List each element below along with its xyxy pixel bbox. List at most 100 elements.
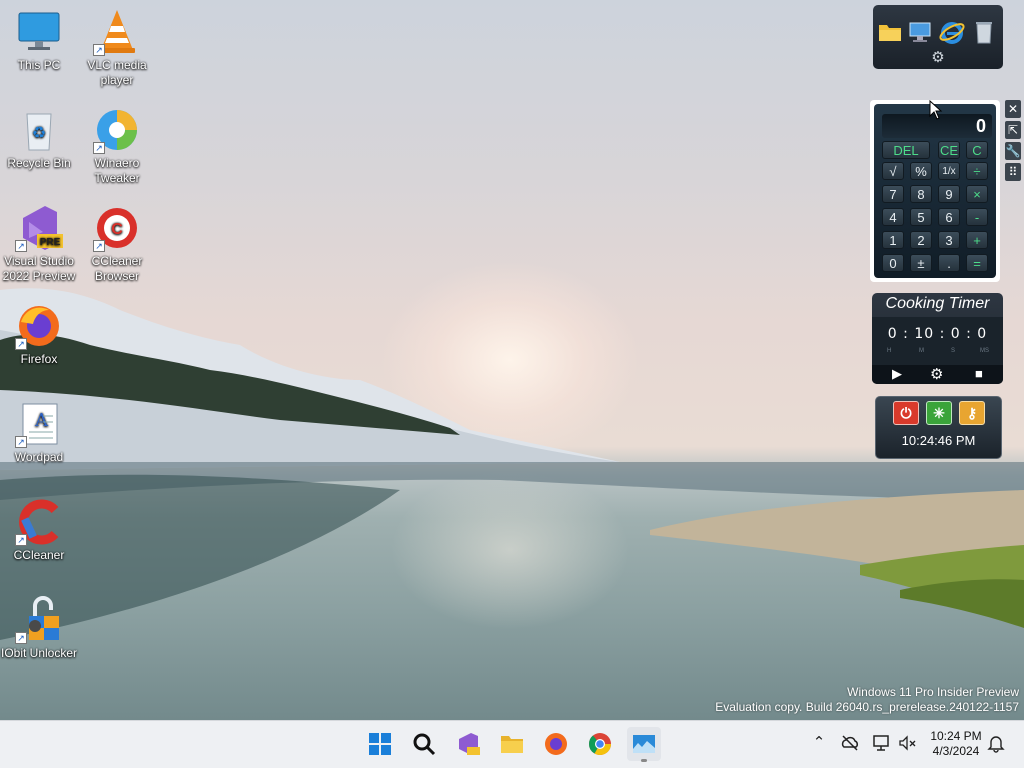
chevron-up-icon[interactable]: ⌃ bbox=[809, 733, 829, 755]
drag-handle-icon[interactable]: ⠿ bbox=[1005, 163, 1021, 181]
vlc-cone-icon: ↗ bbox=[93, 8, 141, 56]
shortcut-arrow-icon: ↗ bbox=[93, 44, 105, 56]
ccleaner-browser-icon: C ↗ bbox=[93, 204, 141, 252]
desktop-icon-winaero-tweaker[interactable]: ↗ Winaero Tweaker bbox=[78, 106, 156, 186]
calc-key-del[interactable]: DEL bbox=[882, 141, 930, 159]
gadget-clock-time: 10:24:46 PM bbox=[901, 433, 976, 448]
resize-icon[interactable]: ⇱ bbox=[1005, 121, 1021, 139]
gear-icon[interactable]: ⚙ bbox=[928, 50, 948, 66]
power-icon[interactable]: ⏻ bbox=[893, 401, 919, 425]
cooking-timer-gadget: Cooking Timer 0 : 10 : 0 : 0 H M S MS ▶ … bbox=[872, 293, 1003, 384]
calc-key-decimal[interactable]: . bbox=[938, 254, 960, 272]
calc-key-1[interactable]: 1 bbox=[882, 231, 904, 249]
calc-key-6[interactable]: 6 bbox=[938, 208, 960, 226]
calc-key-percent[interactable]: % bbox=[910, 162, 932, 180]
timer-controls: ▶ ⚙ ■ bbox=[872, 365, 1003, 384]
desktop-icon-recycle-bin[interactable]: ♻ Recycle Bin bbox=[0, 106, 78, 171]
taskbar-visual-studio[interactable] bbox=[451, 727, 485, 761]
taskbar-gadgets[interactable] bbox=[627, 727, 661, 762]
calc-key-multiply[interactable]: × bbox=[966, 185, 988, 203]
play-icon[interactable]: ▶ bbox=[892, 366, 902, 382]
search-button[interactable] bbox=[407, 727, 441, 761]
search-icon bbox=[412, 732, 436, 756]
folder-icon[interactable] bbox=[877, 19, 903, 45]
lock-key-icon[interactable]: ⚷ bbox=[959, 401, 985, 425]
close-icon[interactable]: ✕ bbox=[1005, 100, 1021, 118]
taskbar-firefox[interactable] bbox=[539, 727, 573, 761]
calculator-body: 0 DEL CE C √ % 1/x ÷ 7 8 9 × 4 5 6 - 1 2… bbox=[874, 104, 996, 278]
shortcut-arrow-icon: ↗ bbox=[15, 240, 27, 252]
desktop-icon-ccleaner-browser[interactable]: C ↗ CCleaner Browser bbox=[78, 204, 156, 284]
gadget-toolbar: ✕ ⇱ 🔧 ⠿ bbox=[1005, 100, 1021, 184]
restart-icon[interactable]: ✳ bbox=[926, 401, 952, 425]
network-icon[interactable] bbox=[872, 733, 892, 755]
volume-muted-icon[interactable] bbox=[898, 733, 918, 755]
start-button[interactable] bbox=[363, 727, 397, 761]
calc-key-4[interactable]: 4 bbox=[882, 208, 904, 226]
shutdown-clock-gadget: ⏻ ✳ ⚷ 10:24:46 PM bbox=[875, 396, 1002, 459]
ccleaner-icon: ↗ bbox=[15, 498, 63, 546]
timer-unit-ms: MS bbox=[980, 348, 989, 354]
network-computer-icon[interactable] bbox=[907, 19, 933, 45]
calc-key-ce[interactable]: CE bbox=[938, 141, 960, 159]
desktop-icon-vlc[interactable]: ↗ VLC media player bbox=[78, 8, 156, 88]
desktop-icon-label: CCleaner Browser bbox=[91, 254, 143, 283]
shortcut-arrow-icon: ↗ bbox=[15, 436, 27, 448]
calc-key-equals[interactable]: = bbox=[966, 254, 988, 272]
calc-key-9[interactable]: 9 bbox=[938, 185, 960, 203]
calc-key-3[interactable]: 3 bbox=[938, 231, 960, 249]
calc-key-5[interactable]: 5 bbox=[910, 208, 932, 226]
taskbar-chrome[interactable] bbox=[583, 727, 617, 761]
taskbar-date: 4/3/2024 bbox=[932, 744, 980, 758]
taskbar-file-explorer[interactable] bbox=[495, 727, 529, 761]
stop-icon[interactable]: ■ bbox=[975, 366, 983, 381]
pre-badge: PRE bbox=[40, 237, 61, 248]
firefox-icon bbox=[544, 732, 568, 756]
gear-icon[interactable]: ⚙ bbox=[930, 365, 943, 383]
desktop-icon-label: This PC bbox=[17, 58, 61, 72]
timer-title: Cooking Timer bbox=[885, 295, 990, 312]
desktop-icon-firefox[interactable]: ↗ Firefox bbox=[0, 302, 78, 367]
recycle-bin-icon: ♻ bbox=[15, 106, 63, 154]
file-explorer-icon bbox=[500, 732, 524, 756]
calc-key-plus[interactable]: + bbox=[966, 231, 988, 249]
iobit-unlocker-icon: ↗ bbox=[15, 596, 63, 644]
taskbar-clock[interactable]: 10:24 PM 4/3/2024 bbox=[922, 729, 990, 759]
desktop-icon-label: CCleaner bbox=[13, 548, 65, 562]
desktop-icon-ccleaner[interactable]: ↗ CCleaner bbox=[0, 498, 78, 563]
winaero-tweaker-icon: ↗ bbox=[93, 106, 141, 154]
svg-text:C: C bbox=[111, 221, 123, 238]
desktop-icon-label: Visual Studio 2022 Preview bbox=[2, 254, 76, 283]
timer-unit-m: M bbox=[919, 348, 924, 354]
calc-key-c[interactable]: C bbox=[966, 141, 988, 159]
calc-key-2[interactable]: 2 bbox=[910, 231, 932, 249]
calc-key-minus[interactable]: - bbox=[966, 208, 988, 226]
wrench-icon[interactable]: 🔧 bbox=[1005, 142, 1021, 160]
calc-key-plusminus[interactable]: ± bbox=[910, 254, 932, 272]
calc-key-8[interactable]: 8 bbox=[910, 185, 932, 203]
launcher-gadget: ⚙ bbox=[873, 5, 1003, 69]
running-indicator bbox=[641, 759, 647, 762]
calc-key-0[interactable]: 0 bbox=[882, 254, 904, 272]
calc-key-sqrt[interactable]: √ bbox=[882, 162, 904, 180]
desktop-icon-this-pc[interactable]: This PC bbox=[0, 8, 78, 73]
notification-bell-icon[interactable] bbox=[986, 733, 1006, 755]
evaluation-watermark: Windows 11 Pro Insider Preview Evaluatio… bbox=[715, 685, 1019, 715]
desktop-icon-visual-studio[interactable]: PRE ↗ Visual Studio 2022 Preview bbox=[0, 204, 78, 284]
desktop-icon-iobit-unlocker[interactable]: ↗ IObit Unlocker bbox=[0, 596, 78, 661]
desktop-icon-label: Recycle Bin bbox=[7, 156, 71, 170]
desktop-icon-label: VLC media player bbox=[87, 58, 147, 87]
calc-key-divide[interactable]: ÷ bbox=[966, 162, 988, 180]
internet-explorer-icon[interactable] bbox=[939, 19, 965, 45]
mouse-cursor-icon bbox=[929, 99, 943, 120]
calc-key-7[interactable]: 7 bbox=[882, 185, 904, 203]
firefox-icon: ↗ bbox=[15, 302, 63, 350]
recycle-bin-icon[interactable] bbox=[971, 19, 997, 45]
chrome-icon bbox=[588, 732, 612, 756]
calc-key-reciprocal[interactable]: 1/x bbox=[938, 162, 960, 180]
desktop-icon-wordpad[interactable]: A ↗ Wordpad bbox=[0, 400, 78, 465]
taskbar-time: 10:24 PM bbox=[930, 729, 982, 743]
shortcut-arrow-icon: ↗ bbox=[93, 240, 105, 252]
wordpad-icon: A ↗ bbox=[15, 400, 63, 448]
onedrive-offline-icon[interactable] bbox=[840, 733, 860, 755]
